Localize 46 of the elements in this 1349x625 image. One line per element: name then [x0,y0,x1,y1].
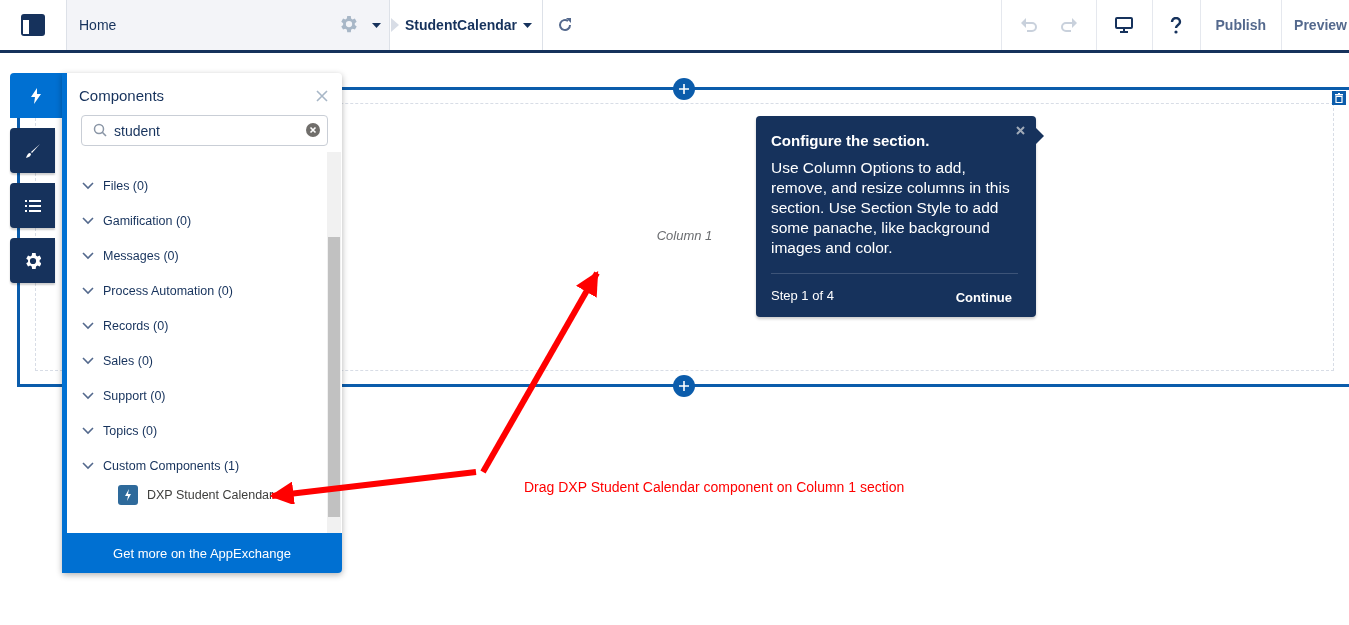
caret-icon [523,22,532,28]
appexchange-button[interactable]: Get more on the AppExchange [62,533,342,573]
category-toggle[interactable]: Gamification (0) [82,203,192,238]
plus-icon [679,381,689,391]
refresh-icon[interactable] [557,17,573,33]
preview-button[interactable]: Preview [1282,0,1349,50]
monitor-icon[interactable] [1115,17,1133,33]
delete-icon[interactable] [1332,91,1346,105]
add-section-button[interactable] [673,375,695,397]
lightning-icon [30,87,42,104]
component-item[interactable]: DXP Student Calendar [118,483,274,507]
layout-icon[interactable] [21,14,45,36]
continue-button[interactable]: Continue [955,290,1012,305]
settings-icon [24,252,41,269]
page-dropdown[interactable]: StudentCalendar [403,0,543,50]
scroll-thumb[interactable] [328,237,340,517]
publish-button[interactable]: Publish [1200,0,1283,50]
brush-icon [24,142,41,159]
category-toggle[interactable]: Files (0) [82,168,149,203]
add-section-button[interactable] [673,78,695,100]
page-label: Home [79,17,117,33]
popover-title: Configure the section. [771,132,931,149]
category-toggle[interactable]: Topics (0) [82,413,158,448]
category-toggle[interactable]: Sales (0) [82,343,154,378]
category-toggle[interactable]: Process Automation (0) [82,273,233,308]
category-toggle[interactable]: Custom Components (1) [82,448,240,483]
search-field[interactable]: student [81,115,328,146]
search-icon [93,123,107,137]
plus-icon [679,84,689,94]
scrollbar[interactable] [327,152,341,533]
components-tab[interactable] [10,73,62,118]
close-icon[interactable] [1016,126,1025,135]
annotation-text: Drag DXP Student Calendar component on Column 1 section [524,479,905,495]
category-toggle[interactable]: Messages (0) [82,238,179,273]
popover-text: Use Column Options to add, remove, and resize columns in this section. Use Section Style to add some panache, like background images and color. [771,158,1011,258]
page-structure-tab[interactable] [10,183,55,228]
list-icon [24,198,41,213]
help-icon[interactable] [1170,16,1182,34]
caret-icon[interactable] [372,22,381,28]
lightning-icon [118,485,138,505]
panel-title: Components [79,87,165,104]
step-indicator: Step 1 of 4 [771,288,834,303]
settings-tab[interactable] [10,238,55,283]
column-label: Column 1 [656,227,713,243]
clear-icon[interactable] [306,123,320,137]
category-toggle[interactable]: Records (0) [82,308,169,343]
